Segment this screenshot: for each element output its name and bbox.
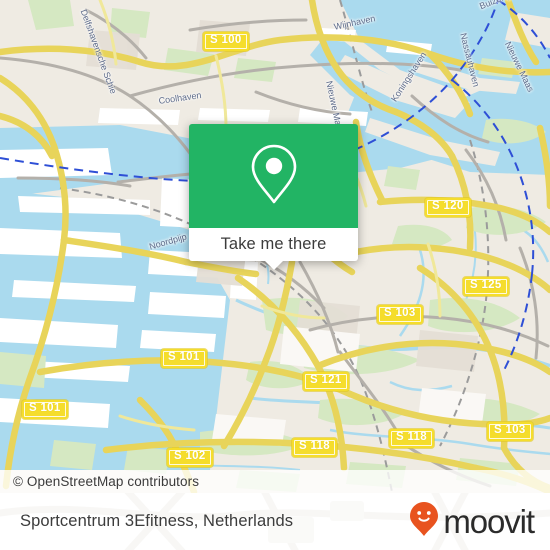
route-shield[interactable]: S 100 — [203, 32, 249, 51]
osm-attribution[interactable]: © OpenStreetMap contributors — [0, 470, 550, 493]
popup-cta[interactable]: Take me there — [189, 228, 358, 270]
route-shield[interactable]: S 120 — [425, 198, 471, 217]
page-footer: Sportcentrum 3Efitness, Netherlands moov… — [0, 493, 550, 550]
route-shield[interactable]: S 121 — [303, 372, 349, 391]
route-shield[interactable]: S 101 — [22, 400, 68, 419]
place-title: Sportcentrum 3Efitness, Netherlands — [20, 512, 294, 530]
popup-pointer — [263, 260, 284, 270]
route-shield[interactable]: S 101 — [161, 349, 207, 368]
route-shield[interactable]: S 102 — [167, 448, 213, 467]
route-shield[interactable]: S 118 — [292, 438, 337, 457]
osm-attribution-text: © OpenStreetMap contributors — [13, 474, 200, 489]
moovit-pin-smiley-icon — [409, 501, 439, 542]
popup-cta-label: Take me there — [220, 235, 327, 253]
moovit-wordmark: moovit — [443, 503, 535, 540]
location-popup[interactable]: Take me there — [189, 124, 358, 270]
popup-image-area — [189, 124, 358, 228]
route-shield[interactable]: S 103 — [377, 305, 423, 324]
route-shield[interactable]: S 103 — [487, 422, 533, 441]
map-page: Delfshavensche Schie Coolhaven Wijnhaven… — [0, 0, 550, 550]
route-shield[interactable]: S 125 — [463, 277, 509, 296]
moovit-logo[interactable]: moovit — [409, 501, 535, 542]
map-pin-icon — [250, 143, 298, 210]
route-shield[interactable]: S 118 — [389, 429, 434, 448]
